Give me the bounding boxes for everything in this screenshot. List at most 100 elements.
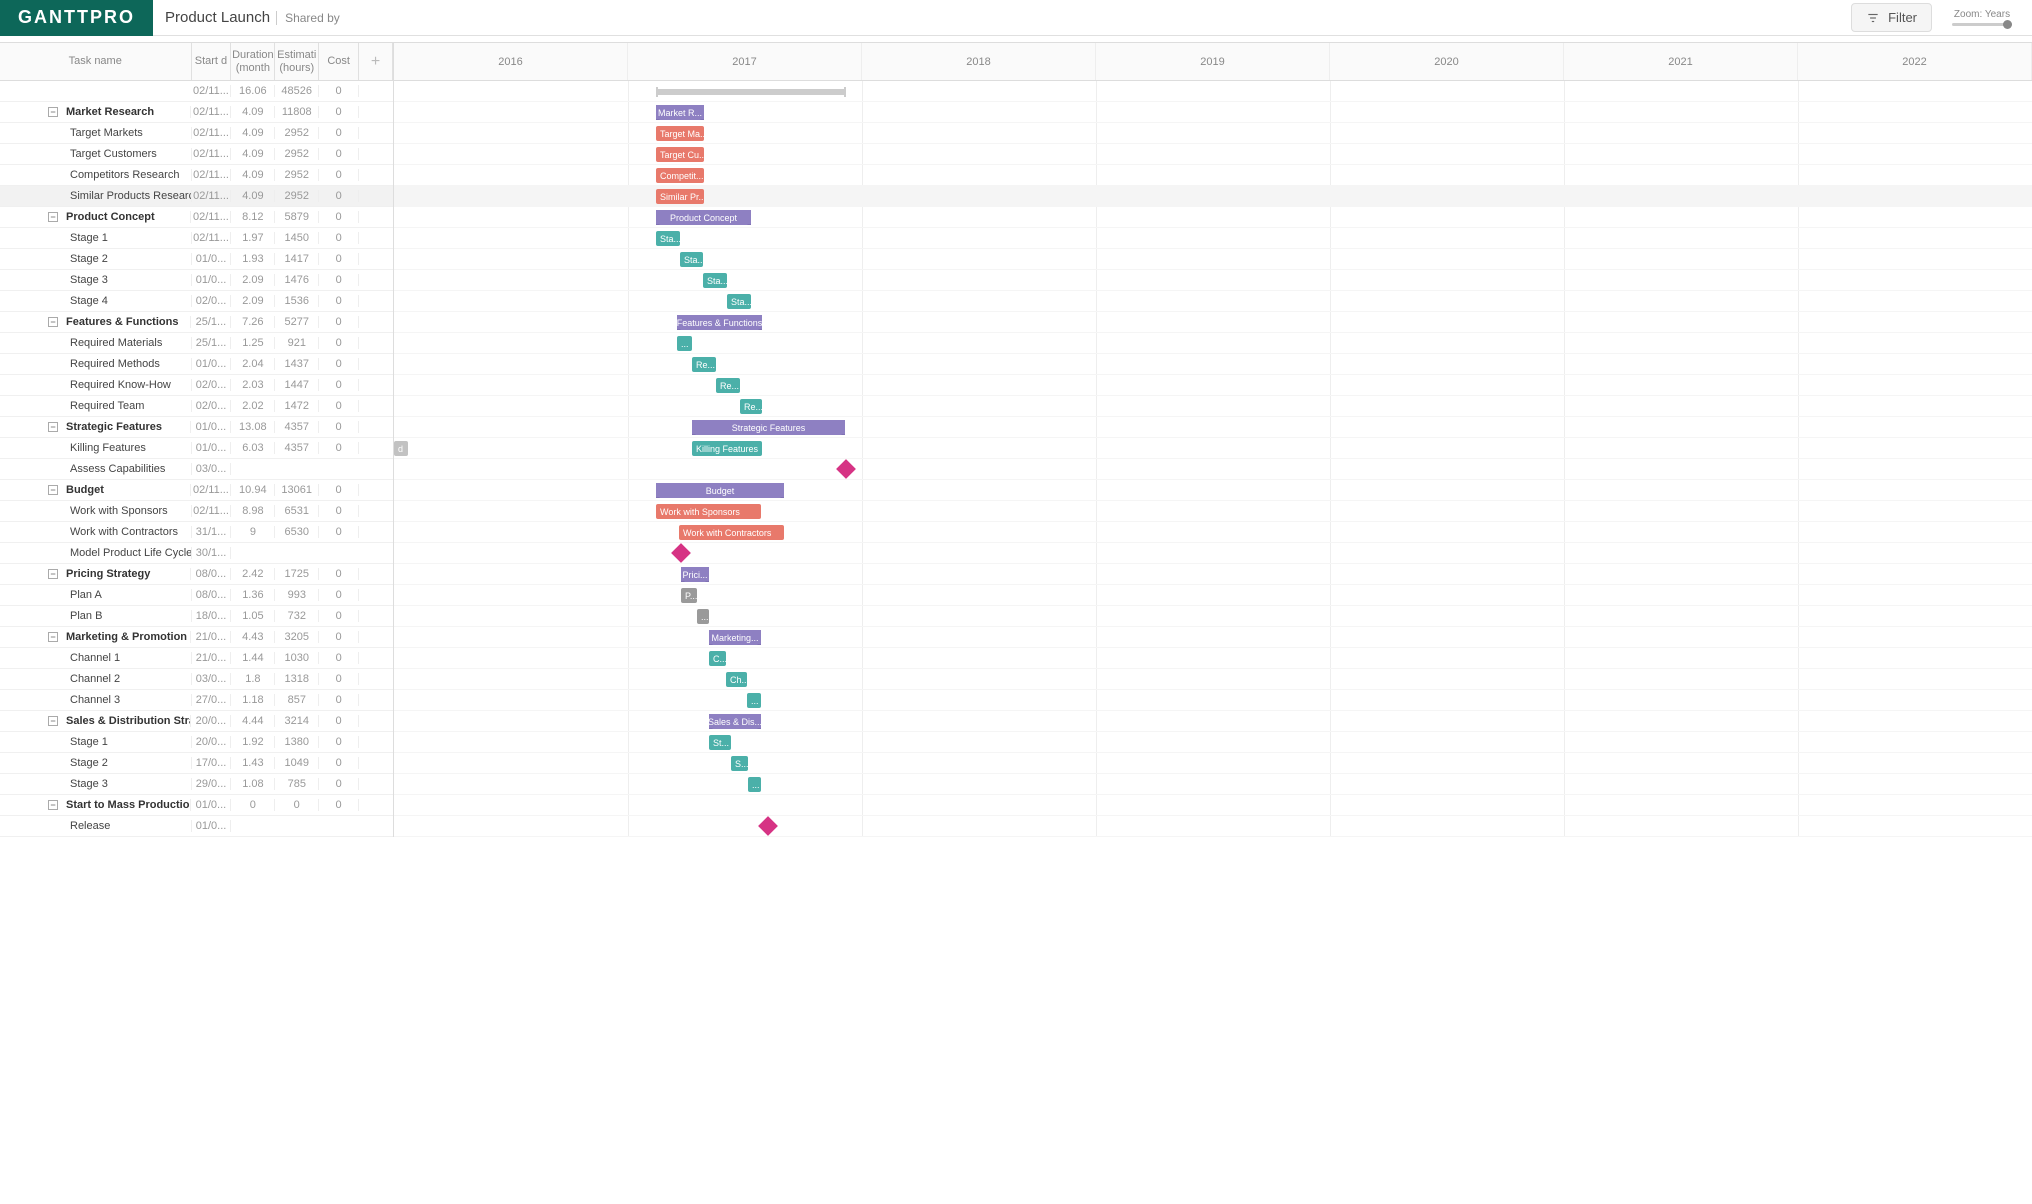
cell-start[interactable]: 20/0... [191,715,231,727]
cell-est[interactable]: 0 [275,799,319,811]
cell-dur[interactable]: 2.02 [231,400,275,412]
gantt-bar[interactable]: Work with Sponsors [656,504,761,519]
cell-start[interactable]: 01/0... [191,799,231,811]
cell-est[interactable]: 921 [275,337,319,349]
milestone-icon[interactable] [758,816,778,836]
task-row-sf[interactable]: −Strategic Features01/0...13.0843570 [0,417,393,438]
cell-cost[interactable]: 0 [319,757,359,769]
task-row-pc1[interactable]: Stage 102/11...1.9714500 [0,228,393,249]
cell-cost[interactable]: 0 [319,526,359,538]
gantt-bar[interactable]: Prici... [681,567,709,582]
cell-dur[interactable]: 1.18 [231,694,275,706]
cell-dur[interactable]: 1.05 [231,610,275,622]
task-row-sd2[interactable]: Stage 217/0...1.4310490 [0,753,393,774]
cell-dur[interactable]: 2.03 [231,379,275,391]
task-row-ps1[interactable]: Plan A08/0...1.369930 [0,585,393,606]
task-row-ff4[interactable]: Required Team02/0...2.0214720 [0,396,393,417]
collapse-toggle[interactable]: − [48,212,58,222]
task-row-sf2[interactable]: Assess Capabilities03/0... [0,459,393,480]
milestone-icon[interactable] [671,543,691,563]
cell-cost[interactable]: 0 [319,715,359,727]
gantt-bar[interactable]: Product Concept [656,210,751,225]
gantt-bar[interactable]: Strategic Features [692,420,845,435]
collapse-toggle[interactable]: − [48,422,58,432]
gantt-bar[interactable]: Similar Pr... [656,189,704,204]
cell-cost[interactable]: 0 [319,442,359,454]
cell-est[interactable]: 1417 [275,253,319,265]
cell-cost[interactable]: 0 [319,295,359,307]
cell-dur[interactable]: 7.26 [231,316,275,328]
cell-est[interactable]: 5277 [275,316,319,328]
col-estimate[interactable]: Estimati (hours) [275,43,319,80]
gantt-bar[interactable]: Ch... [726,672,747,687]
cell-est[interactable]: 785 [275,778,319,790]
cell-cost[interactable]: 0 [319,568,359,580]
cell-dur[interactable]: 1.36 [231,589,275,601]
cell-start[interactable]: 02/11... [192,505,232,517]
cell-dur[interactable]: 13.08 [231,421,275,433]
task-row-ff2[interactable]: Required Methods01/0...2.0414370 [0,354,393,375]
gantt-bar[interactable]: ... [748,777,761,792]
col-start-date[interactable]: Start d [192,43,232,80]
task-row-mp2[interactable]: Channel 203/0...1.813180 [0,669,393,690]
collapse-toggle[interactable]: − [48,716,58,726]
cell-est[interactable]: 732 [275,610,319,622]
cell-dur[interactable]: 4.44 [231,715,275,727]
cell-start[interactable]: 27/0... [192,694,232,706]
cell-cost[interactable]: 0 [319,652,359,664]
cell-dur[interactable]: 10.94 [231,484,275,496]
gantt-bar[interactable]: Killing Features [692,441,762,456]
cell-cost[interactable]: 0 [319,169,359,181]
gantt-bar[interactable]: Features & Functions [677,315,762,330]
cell-cost[interactable]: 0 [319,232,359,244]
cell-start[interactable]: 18/0... [192,610,232,622]
cell-est[interactable]: 13061 [275,484,319,496]
cell-dur[interactable]: 1.44 [231,652,275,664]
task-row-mp1[interactable]: Channel 121/0...1.4410300 [0,648,393,669]
cell-est[interactable]: 4357 [275,421,319,433]
gantt-bar[interactable]: Re... [716,378,740,393]
gantt-bar[interactable]: Marketing... [709,630,761,645]
task-row-pc3[interactable]: Stage 301/0...2.0914760 [0,270,393,291]
cell-start[interactable]: 02/11... [191,211,231,223]
gantt-bar[interactable]: ... [697,609,709,624]
cell-est[interactable]: 2952 [275,190,319,202]
col-duration[interactable]: Duration (month [231,43,275,80]
gantt-bar[interactable]: P... [681,588,697,603]
task-row-bg3[interactable]: Model Product Life Cycle30/1... [0,543,393,564]
gantt-bar[interactable]: Market R... [656,105,704,120]
gantt-bar[interactable]: Target Cu... [656,147,704,162]
cell-start[interactable]: 31/1... [192,526,232,538]
col-cost[interactable]: Cost [319,43,359,80]
cell-start[interactable]: 01/0... [191,421,231,433]
collapse-toggle[interactable]: − [48,800,58,810]
task-row-pc[interactable]: −Product Concept02/11...8.1258790 [0,207,393,228]
cell-est[interactable]: 2952 [275,148,319,160]
cell-dur[interactable]: 2.09 [231,295,275,307]
cell-est[interactable]: 1380 [275,736,319,748]
year-2020[interactable]: 2020 [1330,43,1564,80]
cell-dur[interactable]: 2.04 [231,358,275,370]
cell-dur[interactable]: 4.43 [231,631,275,643]
cell-start[interactable]: 08/0... [191,568,231,580]
cell-dur[interactable]: 2.09 [231,274,275,286]
add-column-button[interactable]: + [359,43,393,80]
task-row-sd[interactable]: −Sales & Distribution Strategy20/0...4.4… [0,711,393,732]
year-2018[interactable]: 2018 [862,43,1096,80]
cell-start[interactable]: 20/0... [192,736,232,748]
cell-start[interactable]: 01/0... [192,442,232,454]
cell-start[interactable]: 25/1... [191,316,231,328]
cell-start[interactable]: 02/11... [192,190,232,202]
collapse-toggle[interactable]: − [48,569,58,579]
cell-start[interactable]: 02/11... [191,484,231,496]
gantt-bar[interactable]: S... [731,756,748,771]
project-summary-bar[interactable] [656,89,846,95]
gantt-bar[interactable]: St... [709,735,731,750]
collapse-toggle[interactable]: − [48,632,58,642]
cell-est[interactable]: 1447 [275,379,319,391]
task-row-sd3[interactable]: Stage 329/0...1.087850 [0,774,393,795]
cell-cost[interactable]: 0 [319,211,359,223]
task-row-bg[interactable]: −Budget02/11...10.94130610 [0,480,393,501]
cell-cost[interactable]: 0 [319,253,359,265]
gantt-bar[interactable]: Sta... [656,231,680,246]
